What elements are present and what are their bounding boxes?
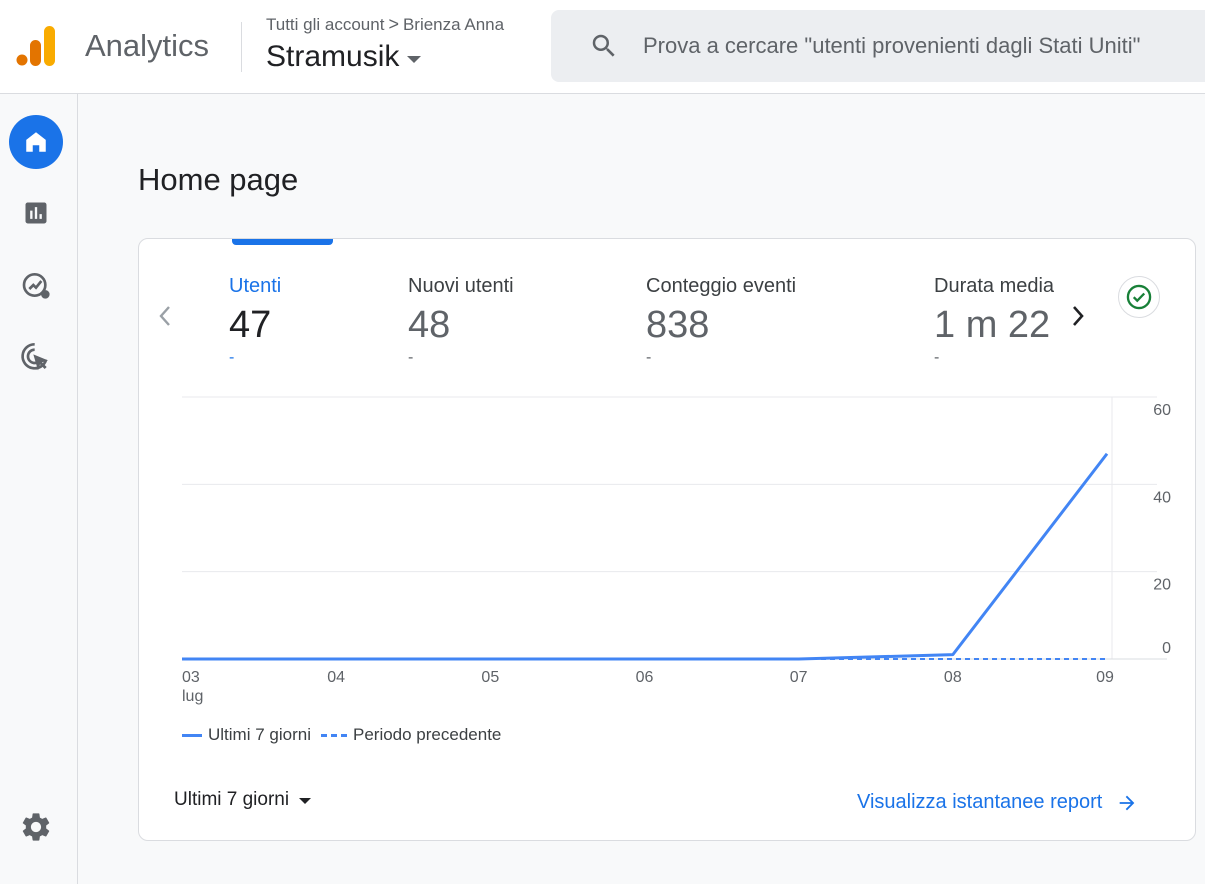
page-title: Home page <box>138 162 299 197</box>
gear-icon <box>22 813 50 841</box>
users-line-chart: 60 40 20 0 03 04 05 06 07 08 09 lug <box>182 396 1171 705</box>
metric-label: Durata media <box>934 275 1055 297</box>
y-tick-label: 0 <box>1162 640 1171 657</box>
metric-label: Conteggio eventi <box>646 275 797 297</box>
metric-delta: - <box>934 349 940 366</box>
report-link-label: Visualizza istantanee report <box>857 791 1103 813</box>
advertising-icon <box>21 342 48 371</box>
property-selector[interactable]: Stramusik <box>266 40 422 74</box>
date-range-label: Ultimi 7 giorni <box>174 789 290 810</box>
next-metrics-button[interactable] <box>1066 301 1090 331</box>
caret-down-icon <box>299 798 312 804</box>
metric-delta: - <box>408 349 414 366</box>
metric-tab-users[interactable]: Utenti 47 - <box>229 275 281 367</box>
x-tick-label: 09 <box>1096 669 1114 686</box>
breadcrumb[interactable]: Tutti gli account > Brienza Anna <box>266 14 504 35</box>
check-circle-icon <box>1126 284 1152 310</box>
metric-value: 47 <box>229 304 272 346</box>
x-tick-label: 03 <box>182 669 200 686</box>
product-name: Analytics <box>85 28 210 63</box>
metric-delta: - <box>229 349 235 366</box>
side-navigation <box>0 94 78 884</box>
top-app-bar: Analytics Tutti gli account > Brienza An… <box>0 0 1205 94</box>
explore-icon <box>22 273 50 299</box>
x-tick-label: 07 <box>790 669 808 686</box>
chevron-right-icon <box>1073 306 1084 326</box>
reports-icon <box>25 202 47 224</box>
y-tick-label: 60 <box>1153 402 1171 419</box>
metric-tab-new-users[interactable]: Nuovi utenti 48 - <box>408 275 514 367</box>
legend-item-current: Ultimi 7 giorni <box>182 725 311 745</box>
legend-solid-swatch <box>182 733 202 737</box>
home-icon <box>26 132 46 152</box>
overview-card: Utenti 47 - Nuovi utenti 48 - Conteggio … <box>138 238 1196 841</box>
metric-value: 1 m 22 <box>934 304 1051 346</box>
search-icon <box>592 34 615 57</box>
analytics-logo-icon[interactable] <box>16 24 58 68</box>
metric-value: 48 <box>408 304 451 346</box>
settings-button[interactable] <box>17 808 55 846</box>
metric-label: Utenti <box>229 275 282 297</box>
y-tick-label: 20 <box>1153 577 1171 594</box>
search-bar[interactable] <box>551 10 1205 82</box>
header-divider <box>241 22 242 72</box>
legend-item-previous: Periodo precedente <box>320 725 502 745</box>
breadcrumb-separator: > <box>388 14 399 34</box>
metrics-strip: Utenti 47 - Nuovi utenti 48 - Conteggio … <box>139 239 1055 389</box>
caret-down-icon <box>407 55 422 63</box>
breadcrumb-account[interactable]: Brienza Anna <box>403 15 504 35</box>
nav-reports[interactable] <box>9 186 63 240</box>
x-tick-label: 08 <box>944 669 962 686</box>
y-tick-label: 40 <box>1153 489 1171 506</box>
x-tick-sublabel: lug <box>182 688 203 705</box>
metric-delta: - <box>646 349 652 366</box>
x-tick-label: 04 <box>327 669 345 686</box>
legend-label: Ultimi 7 giorni <box>208 725 311 744</box>
x-tick-label: 05 <box>481 669 499 686</box>
search-input[interactable] <box>643 33 1205 59</box>
metric-tab-avg-duration[interactable]: Durata media 1 m 22 - <box>934 275 1054 367</box>
view-report-snapshot-link[interactable]: Visualizza istantanee report <box>857 791 1138 814</box>
x-tick-label: 06 <box>636 669 654 686</box>
insights-status-button[interactable] <box>1118 276 1160 318</box>
property-name: Stramusik <box>266 40 400 73</box>
nav-explore[interactable] <box>9 258 63 312</box>
nav-advertising[interactable] <box>9 330 63 384</box>
chart-legend: Ultimi 7 giorni Periodo precedente <box>182 725 511 745</box>
breadcrumb-all-accounts[interactable]: Tutti gli account <box>266 15 384 35</box>
date-range-selector[interactable]: Ultimi 7 giorni <box>174 789 312 811</box>
metric-tab-event-count[interactable]: Conteggio eventi 838 - <box>646 275 796 367</box>
legend-dashed-swatch <box>320 733 347 737</box>
nav-home[interactable] <box>9 115 63 169</box>
arrow-right-icon <box>1120 795 1135 810</box>
legend-label: Periodo precedente <box>352 725 502 744</box>
metric-label: Nuovi utenti <box>408 275 514 297</box>
metric-value: 838 <box>646 304 710 346</box>
